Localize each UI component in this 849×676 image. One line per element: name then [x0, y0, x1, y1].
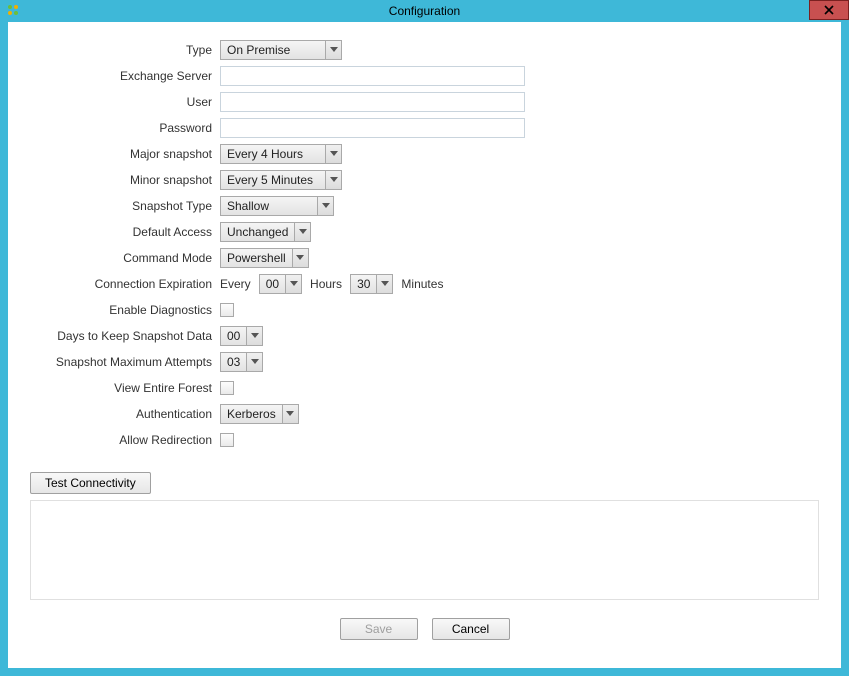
authentication-dropdown[interactable]: Kerberos: [220, 404, 299, 424]
snapshot-type-dropdown[interactable]: Shallow: [220, 196, 334, 216]
cancel-button[interactable]: Cancel: [432, 618, 510, 640]
authentication-label: Authentication: [30, 407, 220, 421]
password-input[interactable]: [220, 118, 525, 138]
snapshot-max-attempts-label: Snapshot Maximum Attempts: [30, 355, 220, 369]
major-snapshot-label: Major snapshot: [30, 147, 220, 161]
snapshot-max-attempts-dropdown[interactable]: 03: [220, 352, 263, 372]
chevron-down-icon: [292, 249, 308, 267]
connection-expiration-label: Connection Expiration: [30, 277, 220, 291]
chevron-down-icon: [325, 41, 341, 59]
close-button[interactable]: [809, 0, 849, 20]
major-snapshot-dropdown[interactable]: Every 4 Hours: [220, 144, 342, 164]
type-value: On Premise: [221, 41, 325, 59]
test-connectivity-button[interactable]: Test Connectivity: [30, 472, 151, 494]
default-access-value: Unchanged: [221, 223, 294, 241]
save-button[interactable]: Save: [340, 618, 418, 640]
allow-redirection-checkbox[interactable]: [220, 433, 234, 447]
connection-expiration-minutes-dropdown[interactable]: 30: [350, 274, 393, 294]
minor-snapshot-value: Every 5 Minutes: [221, 171, 325, 189]
connection-expiration-hours-label: Hours: [302, 277, 350, 291]
allow-redirection-label: Allow Redirection: [30, 433, 220, 447]
connection-expiration-prefix: Every: [220, 277, 259, 291]
window-title: Configuration: [0, 4, 849, 18]
connection-expiration-minutes-value: 30: [351, 275, 376, 293]
view-entire-forest-checkbox[interactable]: [220, 381, 234, 395]
type-dropdown[interactable]: On Premise: [220, 40, 342, 60]
connection-expiration-hours-dropdown[interactable]: 00: [259, 274, 302, 294]
minor-snapshot-label: Minor snapshot: [30, 173, 220, 187]
chevron-down-icon: [325, 171, 341, 189]
view-entire-forest-label: View Entire Forest: [30, 381, 220, 395]
command-mode-label: Command Mode: [30, 251, 220, 265]
days-keep-snapshot-value: 00: [221, 327, 246, 345]
titlebar: Configuration: [0, 0, 849, 22]
chevron-down-icon: [285, 275, 301, 293]
snapshot-max-attempts-value: 03: [221, 353, 246, 371]
days-keep-snapshot-label: Days to Keep Snapshot Data: [30, 329, 220, 343]
major-snapshot-value: Every 4 Hours: [221, 145, 325, 163]
type-label: Type: [30, 43, 220, 57]
snapshot-type-label: Snapshot Type: [30, 199, 220, 213]
chevron-down-icon: [282, 405, 298, 423]
snapshot-type-value: Shallow: [221, 197, 317, 215]
authentication-value: Kerberos: [221, 405, 282, 423]
default-access-dropdown[interactable]: Unchanged: [220, 222, 311, 242]
enable-diagnostics-label: Enable Diagnostics: [30, 303, 220, 317]
user-input[interactable]: [220, 92, 525, 112]
chevron-down-icon: [294, 223, 310, 241]
content-panel: Type On Premise Exchange Server User Pas…: [8, 22, 841, 668]
command-mode-dropdown[interactable]: Powershell: [220, 248, 309, 268]
chevron-down-icon: [325, 145, 341, 163]
output-textbox[interactable]: [30, 500, 819, 600]
days-keep-snapshot-dropdown[interactable]: 00: [220, 326, 263, 346]
exchange-server-input[interactable]: [220, 66, 525, 86]
chevron-down-icon: [246, 327, 262, 345]
app-icon: [6, 3, 20, 20]
chevron-down-icon: [376, 275, 392, 293]
connection-expiration-hours-value: 00: [260, 275, 285, 293]
enable-diagnostics-checkbox[interactable]: [220, 303, 234, 317]
chevron-down-icon: [246, 353, 262, 371]
default-access-label: Default Access: [30, 225, 220, 239]
password-label: Password: [30, 121, 220, 135]
exchange-server-label: Exchange Server: [30, 69, 220, 83]
minor-snapshot-dropdown[interactable]: Every 5 Minutes: [220, 170, 342, 190]
connection-expiration-minutes-label: Minutes: [393, 277, 451, 291]
user-label: User: [30, 95, 220, 109]
close-icon: [824, 5, 834, 15]
chevron-down-icon: [317, 197, 333, 215]
command-mode-value: Powershell: [221, 249, 292, 267]
